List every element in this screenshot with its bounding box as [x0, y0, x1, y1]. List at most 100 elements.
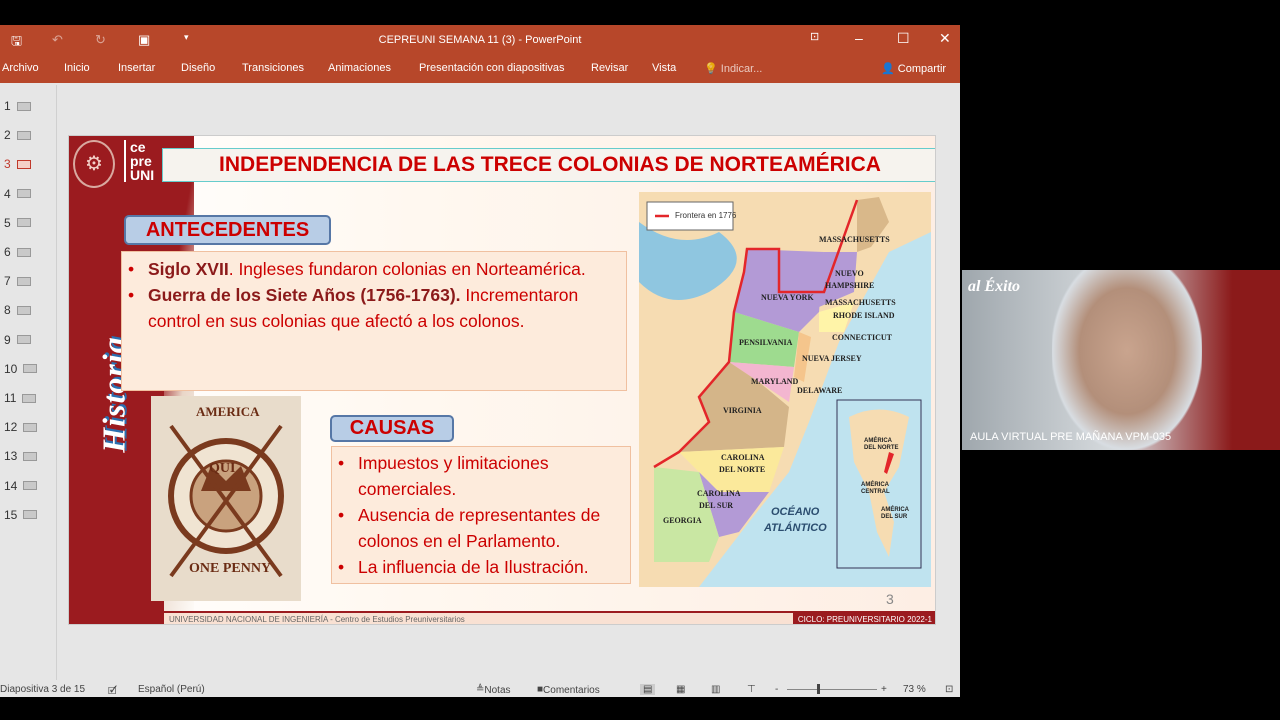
svg-text:OCÉANO: OCÉANO — [771, 505, 820, 518]
slide-sorter-icon[interactable]: ▦ — [676, 684, 685, 695]
thumbnail-number: 3 — [4, 157, 11, 172]
close-button[interactable]: ✕ — [939, 30, 951, 47]
spellcheck-icon[interactable]: 🗹 — [108, 684, 117, 701]
antecedentes-box: Siglo XVII. Ingleses fundaron colonias e… — [121, 251, 627, 391]
tab-revisar[interactable]: Revisar — [591, 62, 628, 74]
slide-thumbnails-pane[interactable]: 1 2 3 4 5 6 7 8 9 10 11 12 13 14 15 — [0, 85, 57, 680]
inset-label: AMÉRICA CENTRAL — [861, 482, 890, 496]
tell-me-label: Indicar... — [720, 63, 763, 75]
share-label: Compartir — [897, 63, 947, 75]
thumbnail-preview — [23, 422, 38, 432]
zoom-in-button[interactable]: + — [881, 684, 887, 695]
svg-text:HAMPSHIRE: HAMPSHIRE — [825, 281, 874, 290]
thumbnail-preview — [23, 364, 38, 374]
reading-view-icon[interactable]: ▥ — [711, 684, 720, 695]
tab-insertar[interactable]: Insertar — [118, 62, 155, 74]
thumbnail-number: 10 — [4, 361, 18, 376]
list-item: Guerra de los Siete Años (1756-1763). In… — [122, 282, 626, 334]
slide-thumbnail-3[interactable]: 3 — [4, 157, 31, 171]
ribbon-display-icon[interactable]: ⊡ — [810, 30, 819, 43]
thirteen-colonies-map: MASSACHUSETTS NUEVO HAMPSHIRE NUEVA YORK … — [639, 192, 931, 587]
tab-vista[interactable]: Vista — [652, 62, 676, 74]
slide-thumbnail-4[interactable]: 4 — [4, 187, 31, 201]
inset-text: AMÉRICA — [861, 482, 889, 488]
thumbnail-number: 11 — [4, 391, 17, 405]
slide-thumbnail-9[interactable]: 9 — [4, 333, 31, 347]
notes-button[interactable]: ≜ Notas — [476, 684, 511, 696]
svg-text:NUEVO: NUEVO — [835, 269, 864, 278]
maximize-button[interactable]: ☐ — [897, 30, 910, 47]
tab-presentacion[interactable]: Presentación con diapositivas — [419, 62, 565, 74]
antecedentes-header: ANTECEDENTES — [124, 215, 331, 245]
zoom-level[interactable]: 73 % — [903, 684, 926, 695]
slide-thumbnail-1[interactable]: 1 — [4, 99, 31, 113]
fit-slide-icon[interactable]: ⊡ — [945, 684, 953, 695]
slide-title: INDEPENDENCIA DE LAS TRECE COLONIAS DE N… — [162, 148, 935, 182]
list-item: Siglo XVII. Ingleses fundaron colonias e… — [122, 256, 626, 282]
slide-thumbnail-6[interactable]: 6 — [4, 245, 31, 259]
inset-text: CENTRAL — [861, 489, 890, 495]
tab-archivo[interactable]: Archivo — [2, 62, 39, 74]
tab-inicio[interactable]: Inicio — [64, 62, 90, 74]
tab-transiciones[interactable]: Transiciones — [242, 62, 304, 74]
svg-text:NUEVA JERSEY: NUEVA JERSEY — [802, 354, 862, 363]
slideshow-view-icon[interactable]: ⊤ — [747, 684, 756, 695]
list-item: La influencia de la Ilustración. — [332, 554, 630, 580]
svg-text:PENSILVANIA: PENSILVANIA — [739, 338, 793, 347]
tell-me-search[interactable]: 💡 Indicar... — [704, 62, 762, 75]
list-item: Ausencia de representantes de colonos en… — [332, 502, 630, 554]
slide-thumbnail-7[interactable]: 7 — [4, 274, 31, 288]
slide-thumbnail-2[interactable]: 2 — [4, 128, 31, 142]
share-button[interactable]: 👤 Compartir — [881, 62, 946, 75]
thumbnail-number: 6 — [4, 245, 11, 259]
causas-box: Impuestos y limitaciones comerciales. Au… — [331, 446, 631, 584]
normal-view-icon[interactable]: ▤ — [640, 684, 656, 695]
language[interactable]: Español (Perú) — [138, 684, 205, 695]
stamp-text: ONE PENNY — [189, 561, 272, 576]
slide-thumbnail-11[interactable]: 11 — [4, 391, 37, 405]
webcam-label: AULA VIRTUAL PRE MAÑANA VPM-035 — [970, 431, 1172, 443]
tab-diseno[interactable]: Diseño — [181, 62, 215, 74]
slide-thumbnail-5[interactable]: 5 — [4, 216, 31, 230]
thumbnail-number: 15 — [4, 507, 18, 522]
svg-text:RHODE ISLAND: RHODE ISLAND — [833, 311, 895, 320]
thumbnail-number: 1 — [4, 99, 11, 113]
causas-header: CAUSAS — [330, 415, 454, 442]
zoom-out-button[interactable]: - — [775, 684, 778, 695]
lightbulb-icon: 💡 — [704, 63, 718, 75]
slide-thumbnail-8[interactable]: 8 — [4, 303, 31, 317]
slide-thumbnail-15[interactable]: 15 — [4, 507, 38, 522]
thumbnail-number: 7 — [4, 274, 11, 289]
stamp-text: QUI — [209, 461, 236, 476]
footer-left: UNIVERSIDAD NACIONAL DE INGENIERÍA - Cen… — [169, 615, 465, 624]
person-icon: 👤 — [881, 63, 895, 75]
slide-thumbnail-13[interactable]: 13 — [4, 449, 38, 463]
comments-button[interactable]: ■ Comentarios — [537, 684, 600, 696]
thumbnail-number: 8 — [4, 303, 11, 318]
zoom-slider-thumb[interactable] — [817, 684, 820, 694]
notes-label: Notas — [484, 685, 511, 696]
thumbnail-number: 12 — [4, 420, 18, 435]
svg-text:CAROLINA: CAROLINA — [697, 489, 741, 498]
svg-text:DEL SUR: DEL SUR — [699, 501, 733, 510]
slide-thumbnail-14[interactable]: 14 — [4, 479, 38, 493]
inset-text: AMÉRICA — [864, 438, 892, 444]
tab-animaciones[interactable]: Animaciones — [328, 62, 391, 74]
slide-thumbnail-12[interactable]: 12 — [4, 420, 38, 435]
svg-text:MASSACHUSETTS: MASSACHUSETTS — [819, 235, 890, 244]
ribbon-tabs: Archivo Inicio Insertar Diseño Transicio… — [0, 55, 960, 83]
presenter-video — [1052, 270, 1202, 450]
slide-thumbnail-10[interactable]: 10 — [4, 361, 38, 376]
item-bold: Siglo XVII — [148, 259, 229, 279]
thumbnail-number: 5 — [4, 215, 11, 230]
logo-line: ce — [130, 139, 146, 155]
thumbnail-number: 2 — [4, 128, 11, 143]
svg-text:VIRGINIA: VIRGINIA — [723, 406, 762, 415]
slide-canvas[interactable]: ⚙ ce pre UNI Historia INDEPENDENCIA DE LAS… — [68, 135, 936, 625]
item-text: . Ingleses fundaron colonias en Norteamé… — [228, 259, 586, 279]
minimize-button[interactable]: – — [855, 30, 863, 46]
zoom-slider[interactable] — [787, 689, 877, 690]
logo-line: pre — [130, 153, 152, 169]
thumbnail-preview — [22, 393, 37, 403]
svg-text:ATLÁNTICO: ATLÁNTICO — [763, 521, 827, 534]
